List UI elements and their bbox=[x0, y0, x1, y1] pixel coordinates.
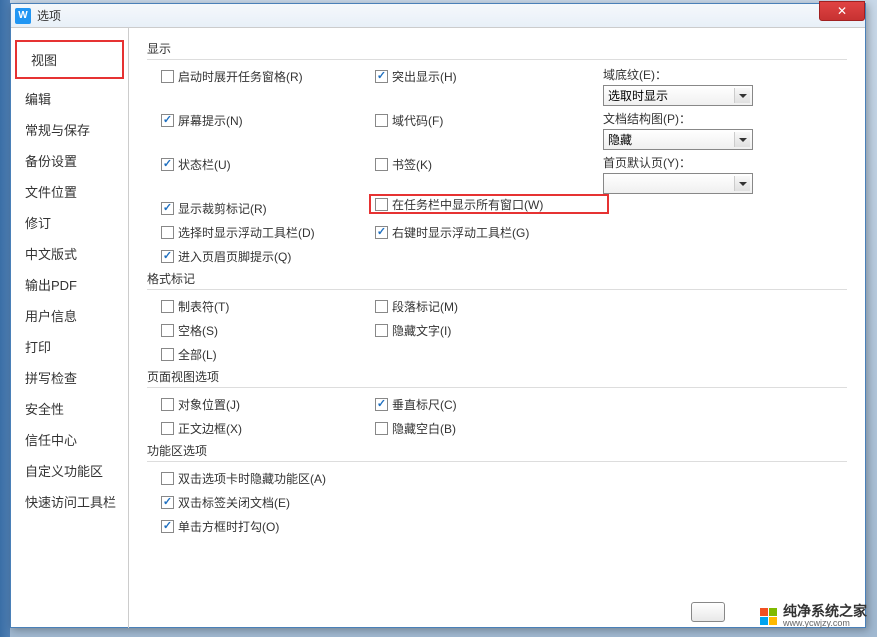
display-c1-1-checkbox[interactable] bbox=[161, 114, 174, 127]
marks-c2-0-label: 段落标记(M) bbox=[392, 298, 458, 315]
section-title-pageview: 页面视图选项 bbox=[147, 368, 847, 388]
display-c3-2-dropdown[interactable] bbox=[603, 173, 753, 194]
sidebar-item-4[interactable]: 文件位置 bbox=[11, 176, 128, 207]
display-c3-2-label: 首页默认页(Y)： bbox=[603, 154, 843, 171]
marks-c1-2-label: 全部(L) bbox=[178, 346, 217, 363]
sidebar: 视图编辑常规与保存备份设置文件位置修订中文版式输出PDF用户信息打印拼写检查安全… bbox=[11, 28, 129, 628]
button-partial[interactable] bbox=[691, 602, 725, 622]
titlebar: W 选项 ✕ bbox=[11, 4, 865, 28]
display-c3-1-dropdown[interactable]: 隐藏 bbox=[603, 129, 753, 150]
display-c1-4-label: 选择时显示浮动工具栏(D) bbox=[178, 224, 315, 241]
sidebar-item-1[interactable]: 编辑 bbox=[11, 83, 128, 114]
sidebar-item-11[interactable]: 安全性 bbox=[11, 393, 128, 424]
display-c1-3-checkbox[interactable] bbox=[161, 202, 174, 215]
display-c1-3-label: 显示裁剪标记(R) bbox=[178, 200, 267, 217]
sidebar-item-7[interactable]: 输出PDF bbox=[11, 269, 128, 300]
sidebar-item-5[interactable]: 修订 bbox=[11, 207, 128, 238]
pageview-c1-0-label: 对象位置(J) bbox=[178, 396, 240, 413]
sidebar-item-6[interactable]: 中文版式 bbox=[11, 238, 128, 269]
ribbon-c1-2-checkbox[interactable] bbox=[161, 520, 174, 533]
watermark-text: 纯净系统之家 bbox=[783, 604, 867, 619]
chevron-down-icon bbox=[734, 88, 750, 103]
display-c1-4-checkbox[interactable] bbox=[161, 226, 174, 239]
display-c2-2-label: 书签(K) bbox=[392, 156, 432, 173]
sidebar-item-0[interactable]: 视图 bbox=[15, 40, 124, 79]
sidebar-item-3[interactable]: 备份设置 bbox=[11, 145, 128, 176]
section-title-ribbon: 功能区选项 bbox=[147, 442, 847, 462]
marks-c1-0-checkbox[interactable] bbox=[161, 300, 174, 313]
ribbon-c1-1-label: 双击标签关闭文档(E) bbox=[178, 494, 290, 511]
pageview-c2-1-label: 隐藏空白(B) bbox=[392, 420, 456, 437]
display-c1-5-checkbox[interactable] bbox=[161, 250, 174, 263]
display-c2-1-checkbox[interactable] bbox=[375, 114, 388, 127]
marks-c2-1-label: 隐藏文字(I) bbox=[392, 322, 451, 339]
display-c2-4-checkbox[interactable] bbox=[375, 226, 388, 239]
main-panel: 显示启动时展开任务窗格(R) 突出显示(H) 域底纹(E)： 选取时显示屏幕提示(N)… bbox=[129, 28, 865, 628]
ribbon-c1-1-checkbox[interactable] bbox=[161, 496, 174, 509]
display-c2-0-checkbox[interactable] bbox=[375, 70, 388, 83]
ribbon-c1-0-checkbox[interactable] bbox=[161, 472, 174, 485]
section-title-display: 显示 bbox=[147, 40, 847, 60]
sidebar-item-9[interactable]: 打印 bbox=[11, 331, 128, 362]
pageview-c1-0-checkbox[interactable] bbox=[161, 398, 174, 411]
display-c1-2-checkbox[interactable] bbox=[161, 158, 174, 171]
display-c2-3-label: 在任务栏中显示所有窗口(W) bbox=[392, 196, 543, 213]
sidebar-item-10[interactable]: 拼写检查 bbox=[11, 362, 128, 393]
close-button[interactable]: ✕ bbox=[819, 1, 865, 21]
sidebar-item-12[interactable]: 信任中心 bbox=[11, 424, 128, 455]
display-c2-0-label: 突出显示(H) bbox=[392, 68, 457, 85]
pageview-c2-0-label: 垂直标尺(C) bbox=[392, 396, 457, 413]
display-c1-1-label: 屏幕提示(N) bbox=[178, 112, 243, 129]
pageview-c1-1-checkbox[interactable] bbox=[161, 422, 174, 435]
display-c2-2-checkbox[interactable] bbox=[375, 158, 388, 171]
display-c1-0-checkbox[interactable] bbox=[161, 70, 174, 83]
section-title-marks: 格式标记 bbox=[147, 270, 847, 290]
sidebar-item-8[interactable]: 用户信息 bbox=[11, 300, 128, 331]
marks-c2-0-checkbox[interactable] bbox=[375, 300, 388, 313]
marks-c1-1-label: 空格(S) bbox=[178, 322, 218, 339]
marks-c1-2-checkbox[interactable] bbox=[161, 348, 174, 361]
window-title: 选项 bbox=[37, 7, 61, 24]
display-c1-2-label: 状态栏(U) bbox=[178, 156, 231, 173]
display-c1-0-label: 启动时展开任务窗格(R) bbox=[178, 68, 303, 85]
ribbon-c1-2-label: 单击方框时打勾(O) bbox=[178, 518, 279, 535]
display-c1-5-label: 进入页眉页脚提示(Q) bbox=[178, 248, 291, 265]
display-c2-4-label: 右键时显示浮动工具栏(G) bbox=[392, 224, 529, 241]
pageview-c2-1-checkbox[interactable] bbox=[375, 422, 388, 435]
ribbon-c1-0-label: 双击选项卡时隐藏功能区(A) bbox=[178, 470, 326, 487]
marks-c1-1-checkbox[interactable] bbox=[161, 324, 174, 337]
display-c2-3-checkbox[interactable] bbox=[375, 198, 388, 211]
marks-c2-1-checkbox[interactable] bbox=[375, 324, 388, 337]
pageview-c1-1-label: 正文边框(X) bbox=[178, 420, 242, 437]
display-c3-0-label: 域底纹(E)： bbox=[603, 66, 843, 83]
display-c2-1-label: 域代码(F) bbox=[392, 112, 443, 129]
chevron-down-icon bbox=[734, 132, 750, 147]
watermark: 纯净系统之家 www.ycwjzy.com bbox=[760, 604, 867, 629]
marks-c1-0-label: 制表符(T) bbox=[178, 298, 229, 315]
sidebar-item-2[interactable]: 常规与保存 bbox=[11, 114, 128, 145]
display-c3-0-value: 选取时显示 bbox=[608, 87, 668, 104]
pageview-c2-0-checkbox[interactable] bbox=[375, 398, 388, 411]
app-icon: W bbox=[15, 8, 31, 24]
watermark-logo bbox=[760, 608, 777, 625]
chevron-down-icon bbox=[734, 176, 750, 191]
display-c3-1-value: 隐藏 bbox=[608, 131, 632, 148]
watermark-url: www.ycwjzy.com bbox=[783, 619, 867, 629]
sidebar-item-13[interactable]: 自定义功能区 bbox=[11, 455, 128, 486]
options-dialog: W 选项 ✕ 视图编辑常规与保存备份设置文件位置修订中文版式输出PDF用户信息打… bbox=[10, 3, 866, 628]
display-c3-1-label: 文档结构图(P)： bbox=[603, 110, 843, 127]
display-c3-0-dropdown[interactable]: 选取时显示 bbox=[603, 85, 753, 106]
sidebar-item-14[interactable]: 快速访问工具栏 bbox=[11, 486, 128, 517]
